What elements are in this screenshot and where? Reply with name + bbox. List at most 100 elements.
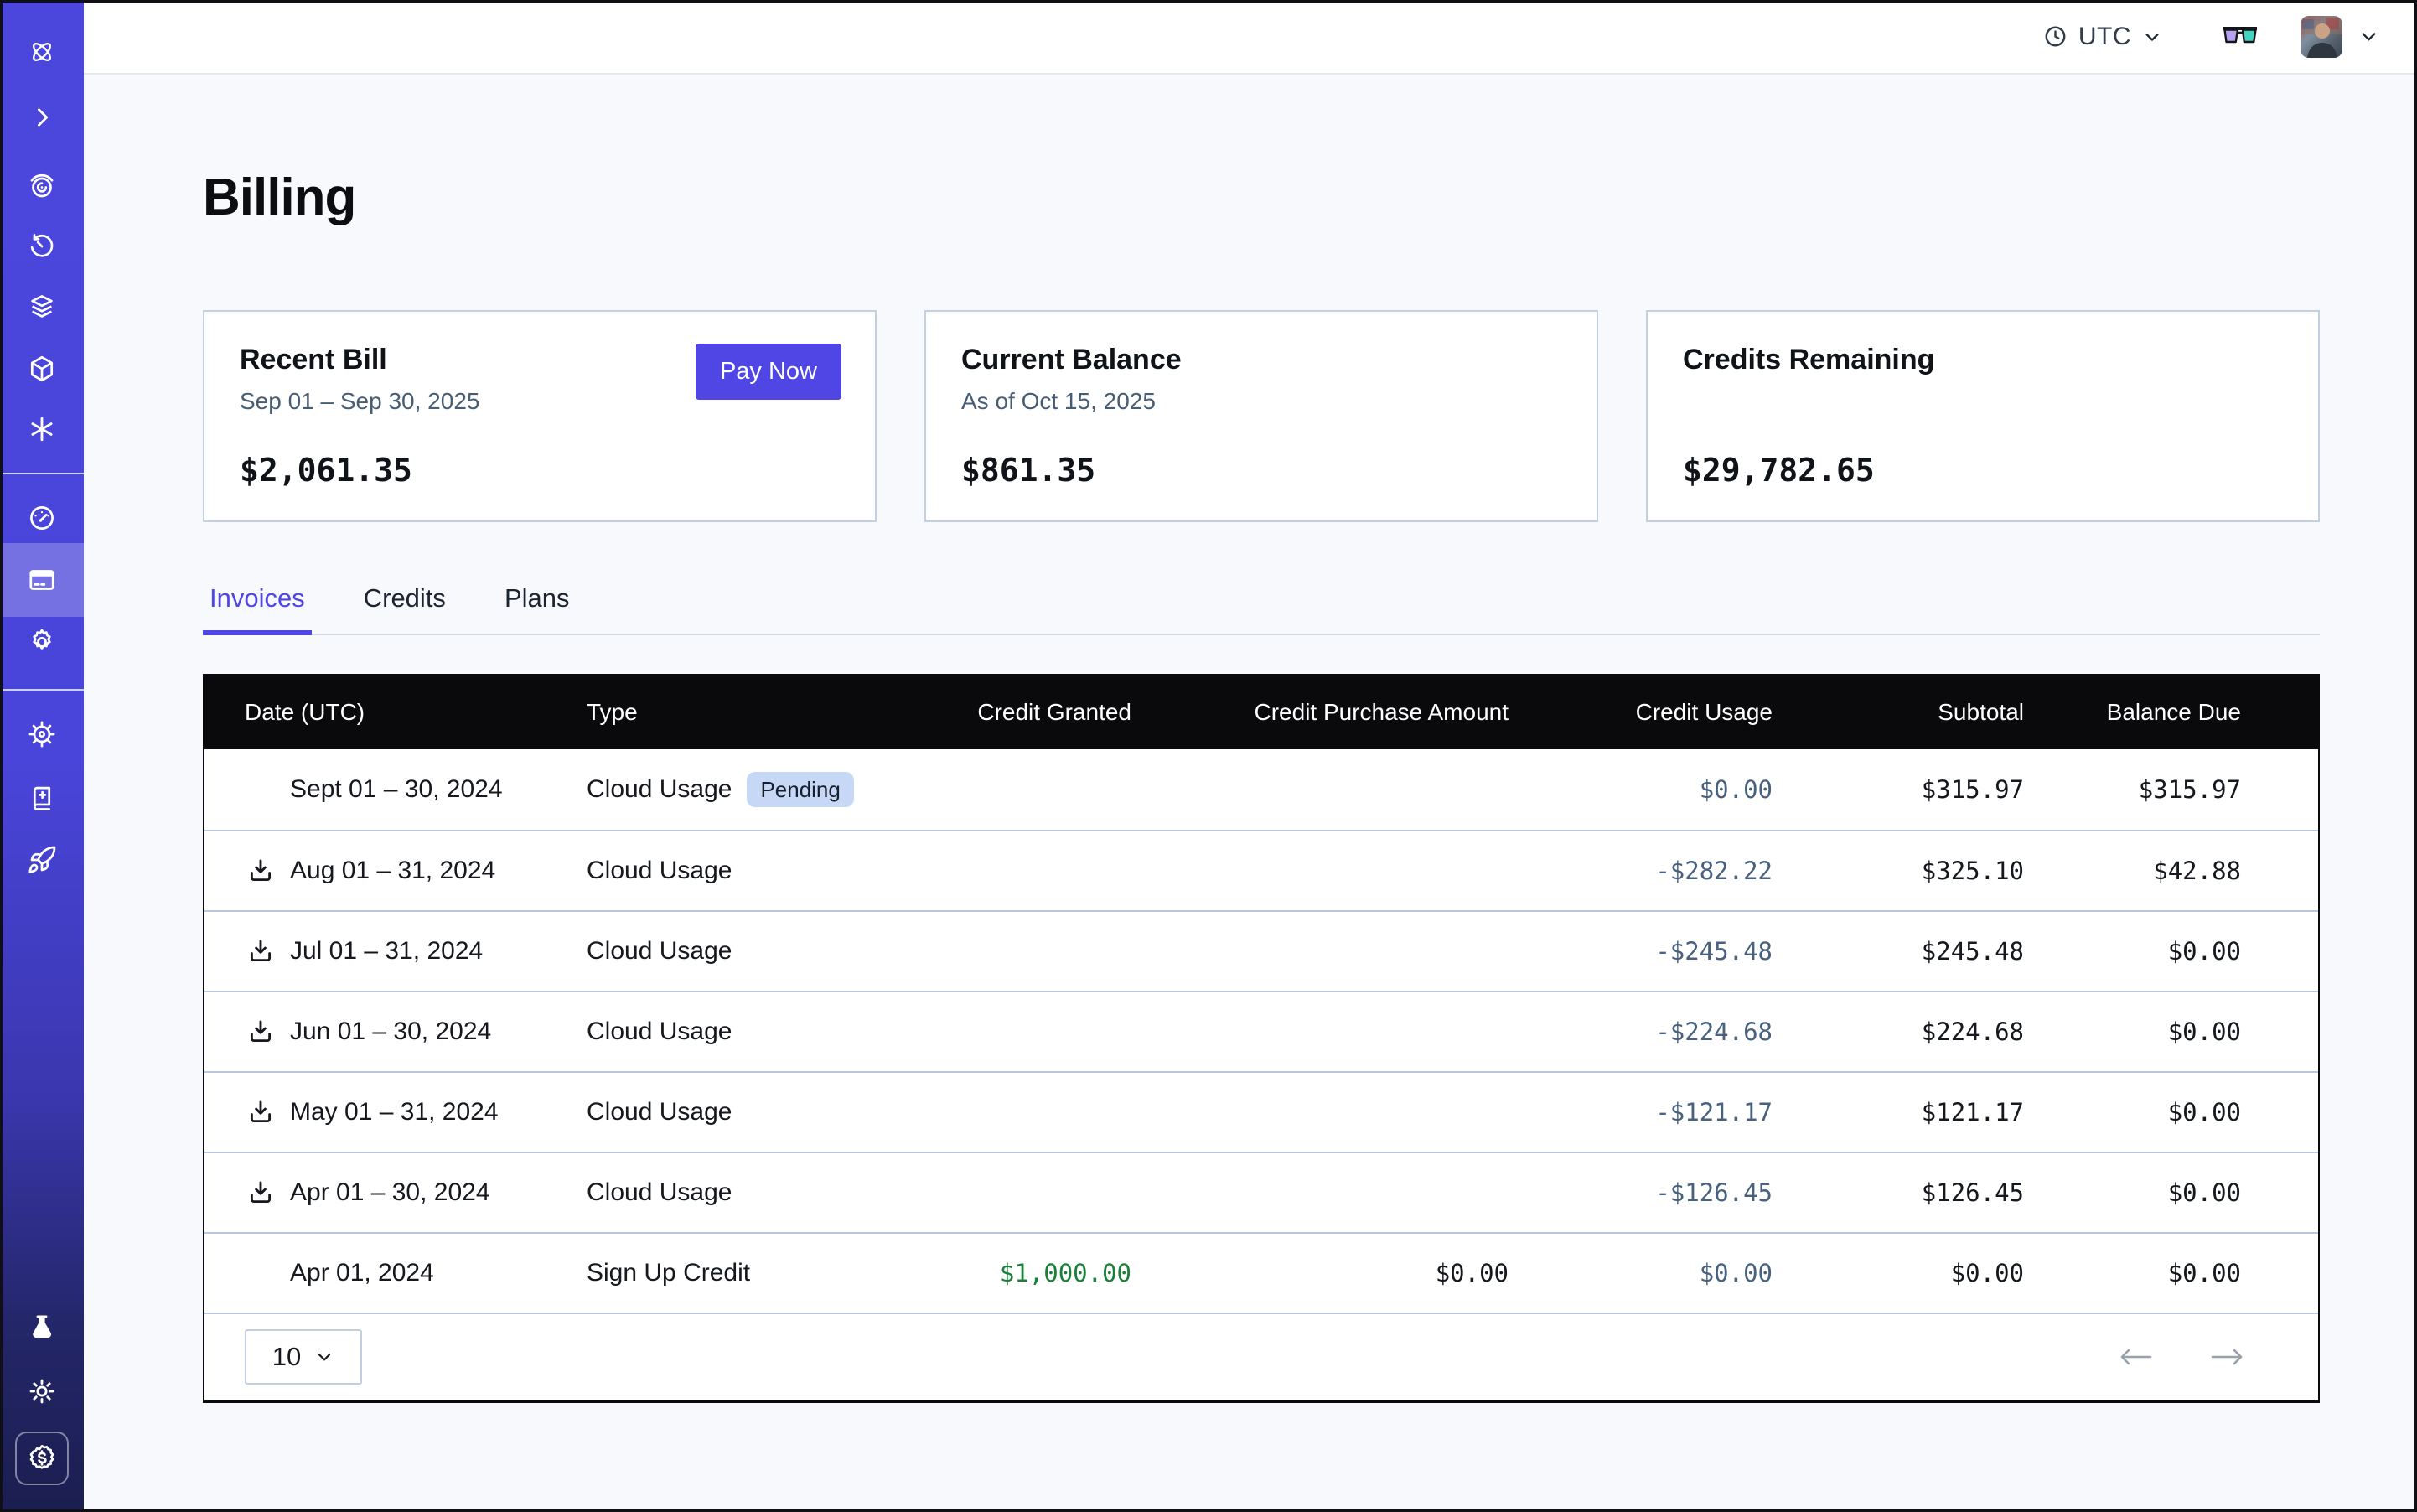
tab-credits[interactable]: Credits [357,583,453,635]
subtotal-value: $315.97 [1773,775,2024,804]
rocket-icon[interactable] [27,845,57,875]
card-amount: $29,782.65 [1683,452,2283,489]
prev-page-arrow-left-icon[interactable] [2117,1345,2154,1369]
chevron-down-icon [314,1347,334,1367]
subtotal-value: $245.48 [1773,937,2024,966]
table-row: May 01 – 31, 2024 Cloud Usage -$121.17 $… [204,1071,2318,1152]
credit-usage-value: -$126.45 [1509,1178,1773,1207]
page-size-select[interactable]: 10 [245,1329,362,1385]
invoice-date: Jul 01 – 31, 2024 [290,937,483,966]
download-icon[interactable] [245,935,277,967]
column-header-credit-purchase-amount: Credit Purchase Amount [1131,699,1509,726]
timezone-selector[interactable]: UTC [2042,23,2163,51]
balance-due-value: $0.00 [2024,1178,2315,1207]
theme-sun-icon[interactable] [27,1376,57,1406]
column-header-type: Type [587,699,930,726]
credits-dollar-button[interactable] [15,1432,69,1485]
column-header-date: Date (UTC) [204,699,587,726]
balance-due-value: $42.88 [2024,857,2315,885]
pagination-arrows [2117,1345,2246,1369]
current-balance-card: Current Balance As of Oct 15, 2025 $861.… [924,310,1598,522]
user-avatar[interactable] [2301,16,2342,58]
labs-flask-icon[interactable] [27,1313,57,1343]
sidebar-divider [0,473,84,474]
credit-granted-value: $1,000.00 [930,1259,1131,1287]
credit-usage-value: -$245.48 [1509,937,1773,966]
next-page-arrow-right-icon[interactable] [2209,1345,2246,1369]
usage-gauge-icon[interactable] [27,503,57,533]
table-pagination: 10 [204,1313,2318,1400]
status-badge: Pending [747,772,853,807]
tab-invoices[interactable]: Invoices [203,583,312,635]
invoice-type: Cloud Usage [587,1017,732,1046]
asterisk-icon[interactable] [27,414,57,444]
invoice-date: Sept 01 – 30, 2024 [290,775,503,804]
card-amount: $861.35 [961,452,1561,489]
expand-chevron-icon[interactable] [27,102,57,132]
invoice-type: Cloud Usage [587,1178,732,1207]
glasses-icon[interactable] [2222,25,2259,48]
invoice-type: Cloud Usage [587,857,732,885]
tab-plans[interactable]: Plans [498,583,577,635]
user-menu-chevron-icon[interactable] [2357,25,2380,48]
credit-usage-value: $0.00 [1509,1259,1773,1287]
invoice-date: Aug 01 – 31, 2024 [290,857,495,885]
column-header-subtotal: Subtotal [1773,699,2024,726]
credit-usage-value: -$282.22 [1509,857,1773,885]
history-icon[interactable] [27,231,57,261]
download-icon[interactable] [245,855,277,887]
invoice-type: Cloud Usage [587,775,732,804]
subtotal-value: $126.45 [1773,1178,2024,1207]
balance-due-value: $0.00 [2024,1098,2315,1126]
recent-bill-card: Recent Bill Sep 01 – Sep 30, 2025 $2,061… [203,310,877,522]
credits-remaining-card: Credits Remaining $29,782.65 [1646,310,2320,522]
package-icon[interactable] [27,354,57,384]
invoice-type: Cloud Usage [587,937,732,966]
sidebar [0,0,84,1512]
invoice-date: May 01 – 31, 2024 [290,1098,499,1126]
download-spacer [245,774,277,805]
download-icon[interactable] [245,1096,277,1128]
settings-gear-icon[interactable] [27,627,57,657]
invoice-type: Sign Up Credit [587,1259,750,1287]
table-row: Aug 01 – 31, 2024 Cloud Usage -$282.22 $… [204,830,2318,910]
summary-cards: Recent Bill Sep 01 – Sep 30, 2025 $2,061… [203,310,2320,522]
invoice-date: Apr 01 – 30, 2024 [290,1178,490,1207]
sidebar-divider [0,689,84,691]
balance-due-value: $0.00 [2024,1259,2315,1287]
column-header-credit-granted: Credit Granted [930,699,1131,726]
page-size-value: 10 [272,1342,301,1372]
layers-icon[interactable] [27,292,57,322]
credit-usage-value: -$224.68 [1509,1017,1773,1046]
docs-book-icon[interactable] [27,783,57,813]
card-title: Current Balance [961,344,1561,376]
logo-icon[interactable] [27,37,57,67]
invoice-type: Cloud Usage [587,1098,732,1126]
download-icon[interactable] [245,1177,277,1209]
page-title: Billing [203,168,355,227]
observe-icon[interactable] [27,171,57,201]
billing-tabs: Invoices Credits Plans [203,583,2320,635]
table-row: Apr 01 – 30, 2024 Cloud Usage -$126.45 $… [204,1152,2318,1232]
table-row: Apr 01, 2024 Sign Up Credit $1,000.00 $0… [204,1232,2318,1313]
balance-due-value: $0.00 [2024,1017,2315,1046]
card-amount: $2,061.35 [240,452,840,489]
balance-due-value: $0.00 [2024,937,2315,966]
subtotal-value: $121.17 [1773,1098,2024,1126]
invoice-date: Jun 01 – 30, 2024 [290,1017,491,1046]
table-header-row: Date (UTC) Type Credit Granted Credit Pu… [204,676,2318,749]
invoice-date: Apr 01, 2024 [290,1259,434,1287]
subtotal-value: $325.10 [1773,857,2024,885]
pay-now-button[interactable]: Pay Now [696,344,841,400]
timezone-label: UTC [2078,23,2131,51]
credit-usage-value: $0.00 [1509,775,1773,804]
helm-icon[interactable] [27,719,57,749]
subtotal-value: $0.00 [1773,1259,2024,1287]
download-icon[interactable] [245,1016,277,1048]
table-row: Jul 01 – 31, 2024 Cloud Usage -$245.48 $… [204,910,2318,991]
download-spacer [245,1257,277,1289]
billing-card-icon[interactable] [27,565,57,595]
card-title: Credits Remaining [1683,344,2283,376]
subtotal-value: $224.68 [1773,1017,2024,1046]
column-header-credit-usage: Credit Usage [1509,699,1773,726]
